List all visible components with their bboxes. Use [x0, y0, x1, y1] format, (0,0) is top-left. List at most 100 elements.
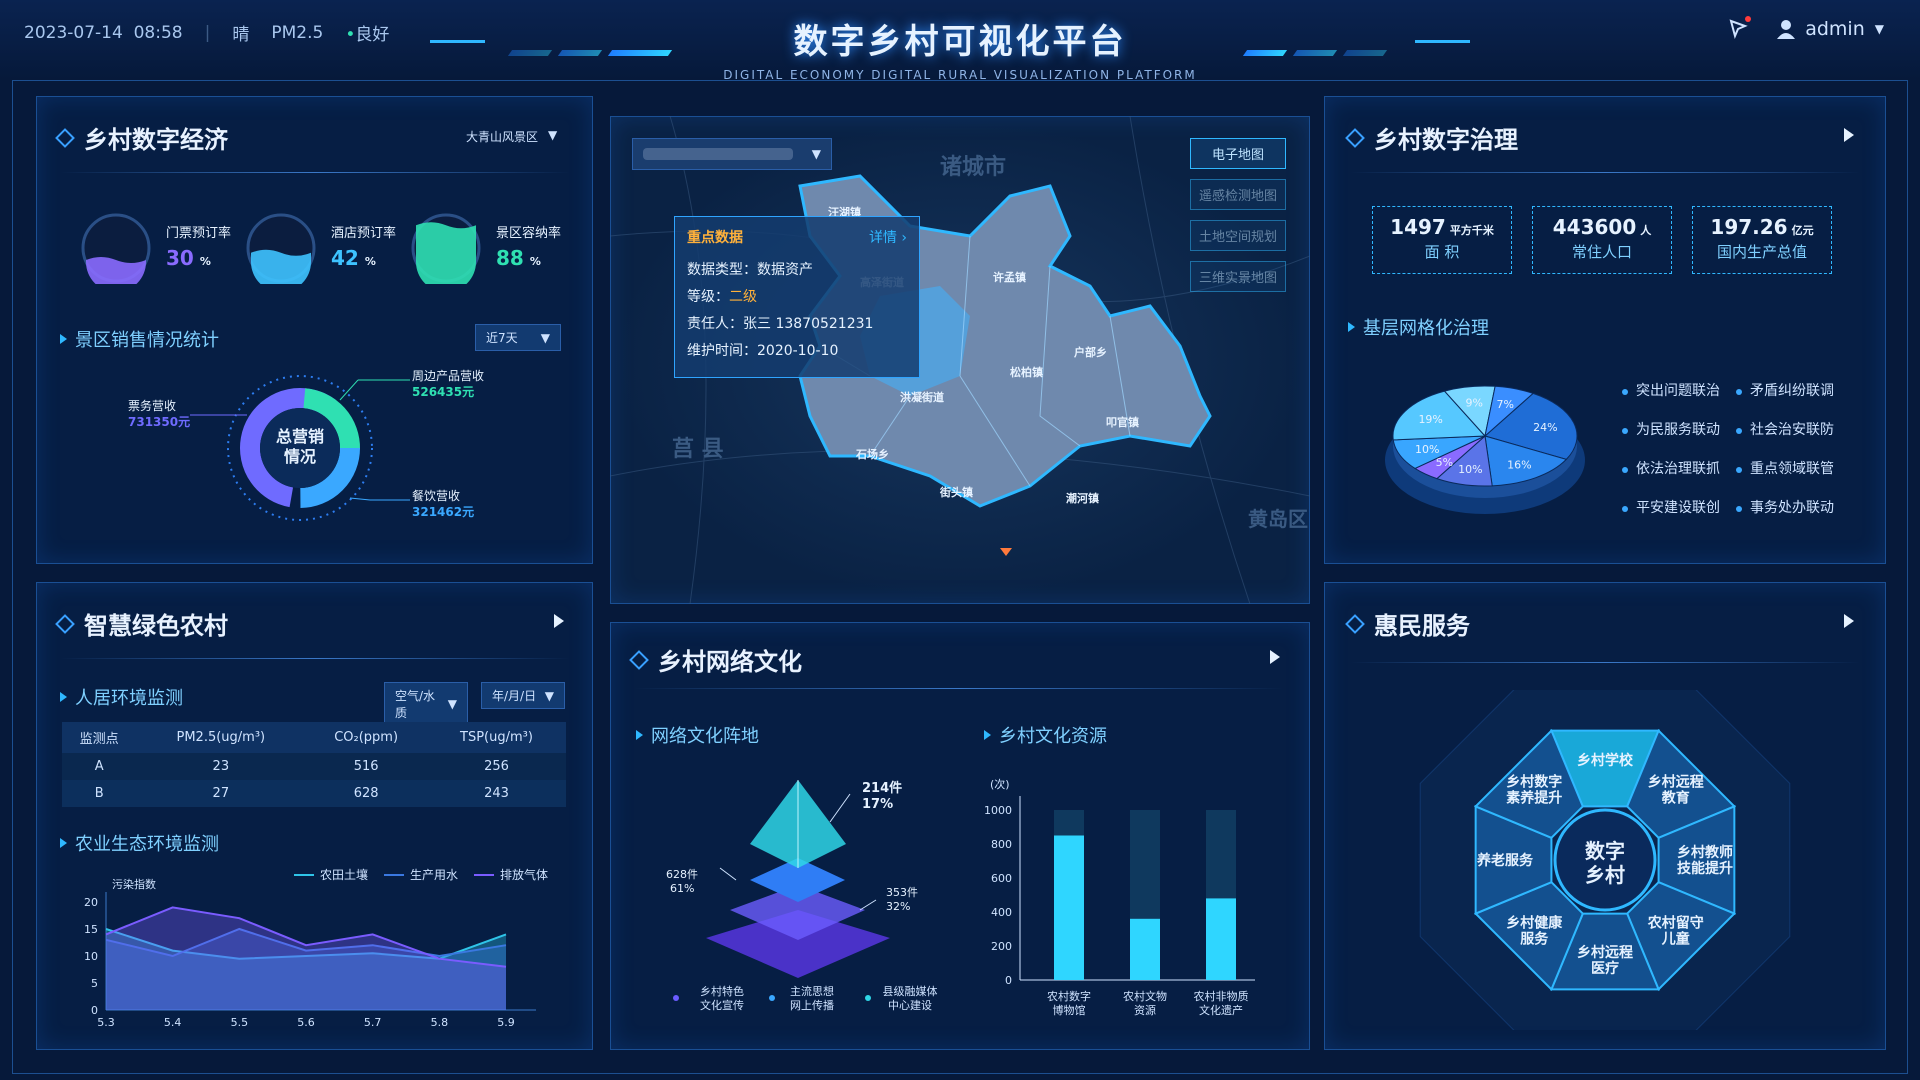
notification-icon[interactable]: [1727, 16, 1752, 40]
y-tick: 400: [991, 906, 1012, 919]
eco-title: 农业生态环境监测: [75, 834, 219, 855]
map-type-button[interactable]: 电子地图: [1190, 138, 1286, 169]
town-label: 许孟镇: [993, 270, 1026, 284]
service-title-text: 惠民服务: [1374, 612, 1470, 640]
diamond-icon: [1345, 613, 1365, 634]
map-type-button[interactable]: 土地空间规划: [1190, 220, 1286, 251]
table-header-cell: PM2.5(ug/m³): [136, 722, 306, 753]
bar[interactable]: [1054, 835, 1084, 981]
tooltip-row: 数据类型：数据资产: [687, 262, 813, 278]
y-axis-label: 污染指数: [112, 877, 156, 891]
table-cell: 628: [305, 780, 427, 807]
table-header: 监测点 PM2.5(ug/m³) CO₂(ppm) TSP(ug/m³): [62, 722, 566, 753]
eco-area-chart: 污染指数051015205.3 5.4 5.5 5.6 5.7 5.8 5.9: [84, 877, 536, 1029]
diamond-icon: [1345, 127, 1365, 148]
divider: [60, 172, 570, 173]
table-row: B 27 628 243: [62, 780, 566, 807]
legend-item: 矛盾纠纷联调: [1736, 380, 1846, 400]
pyramid-percent: 17%: [862, 797, 893, 812]
tooltip-title: 重点数据: [687, 230, 743, 246]
data-tooltip: 重点数据 详情 › 数据类型：数据资产 等级：二级 责任人：张三 138705212…: [674, 216, 920, 378]
area-select[interactable]: 大青山风景区 ▼: [466, 128, 557, 145]
economy-title-text: 乡村数字经济: [84, 126, 228, 154]
pie-label: 10%: [1415, 443, 1439, 456]
diamond-icon: [629, 649, 649, 670]
grid-legend: 突出问题联治 矛盾纠纷联调 为民服务联动 社会治安联防 依法治理联抓 重点领域联管 平安建设…: [1622, 380, 1846, 517]
play-icon[interactable]: [1270, 650, 1280, 664]
user-menu[interactable]: admin ▼: [1777, 18, 1884, 40]
x-tick: 5.7: [364, 1016, 382, 1029]
pyramid-legend: 网上传播: [790, 998, 834, 1012]
rate-row: 门票预订率 30% 酒店预订率 42% 景区容纳率 88%: [80, 212, 570, 292]
map-type-button[interactable]: 遥感检测地图: [1190, 179, 1286, 210]
x-tick: 博物馆: [1053, 1003, 1086, 1017]
env-period-select[interactable]: 年/月/日 ▼: [481, 682, 565, 709]
play-icon[interactable]: [1844, 614, 1854, 628]
chevron-down-icon: ▼: [811, 147, 821, 161]
grid-title: 基层网格化治理: [1363, 318, 1489, 339]
y-tick: 20: [84, 896, 98, 909]
tooltip-rows: 数据类型：数据资产 等级：二级 责任人：张三 13870521231 维护时间：202…: [687, 259, 907, 360]
service-segment-label: 乡村教师技能提升: [1677, 844, 1733, 877]
y-tick: 15: [84, 923, 98, 936]
table-cell: 27: [136, 780, 306, 807]
res-title: 乡村文化资源: [999, 726, 1107, 747]
play-icon[interactable]: [1844, 128, 1854, 142]
map-region-select[interactable]: ▼: [632, 138, 832, 170]
rate-gauge: 酒店预订率 42%: [245, 212, 405, 292]
sales-range-select[interactable]: 近7天 ▼: [475, 324, 561, 351]
pie-label: 9%: [1466, 397, 1483, 410]
governance-title-text: 乡村数字治理: [1374, 126, 1518, 154]
town-label: 洪凝街道: [900, 390, 944, 404]
env-title: 人居环境监测: [75, 688, 183, 709]
pyramid-count: 353件: [886, 886, 918, 899]
user-icon: [1777, 20, 1796, 39]
tooltip-detail-link[interactable]: 详情 ›: [869, 227, 907, 247]
donut-label: 餐饮营收: [412, 488, 460, 503]
eco-subtitle: 农业生态环境监测: [60, 830, 219, 856]
town-label: 户部乡: [1074, 345, 1107, 359]
rate-label: 景区容纳率: [496, 226, 562, 241]
bar[interactable]: [1206, 898, 1236, 980]
rate-value: 30%: [166, 246, 211, 270]
divider: [1350, 662, 1860, 663]
pyramid-legend: 县级融媒体: [883, 984, 938, 998]
donut-label: 周边产品营收: [412, 369, 484, 383]
table-header-cell: CO₂(ppm): [305, 722, 427, 753]
map-region-value: [643, 148, 793, 160]
map-type-button[interactable]: 三维实景地图: [1190, 261, 1286, 292]
sales-range-value: 近7天: [486, 331, 518, 345]
sales-title: 景区销售情况统计: [75, 330, 219, 351]
header-deco-line: [430, 40, 485, 43]
front-title: 网络文化阵地: [651, 726, 759, 747]
pm-label: PM2.5: [271, 22, 324, 43]
stat-box: 197.26 亿元 国内生产总值: [1692, 206, 1832, 274]
donut-label: 票务营收: [128, 398, 176, 413]
x-tick: 农村非物质: [1194, 989, 1249, 1003]
x-tick: 5.9: [497, 1016, 515, 1029]
separator: |: [204, 22, 211, 43]
pyramid-percent: 32%: [886, 900, 910, 913]
header-deco-line: [1415, 40, 1470, 43]
pie-label: 24%: [1533, 421, 1557, 434]
time: 08:58: [133, 22, 183, 43]
env-type-select[interactable]: 空气/水质 ▼: [384, 682, 468, 726]
username: admin: [1805, 18, 1865, 40]
divider: [1350, 172, 1860, 173]
rate-value: 88%: [496, 246, 541, 270]
bar[interactable]: [1130, 918, 1160, 980]
green-title: 智慧绿色农村: [55, 606, 228, 641]
pyramid-legend: 主流思想: [790, 984, 834, 998]
area-select-value: 大青山风景区: [466, 130, 539, 144]
wheel-center-label: 乡村: [1585, 863, 1625, 887]
chevron-down-icon: ▼: [540, 330, 550, 345]
service-title: 惠民服务: [1345, 606, 1470, 641]
tooltip-row: 等级：二级: [687, 289, 757, 305]
service-segment-label: 乡村学校: [1577, 752, 1634, 769]
pie-label: 7%: [1497, 398, 1514, 411]
env-subtitle: 人居环境监测: [60, 684, 183, 710]
x-tick: 资源: [1134, 1003, 1156, 1017]
play-icon[interactable]: [554, 614, 564, 628]
res-subtitle: 乡村文化资源: [984, 722, 1107, 748]
pm-value: 良好: [355, 25, 390, 45]
